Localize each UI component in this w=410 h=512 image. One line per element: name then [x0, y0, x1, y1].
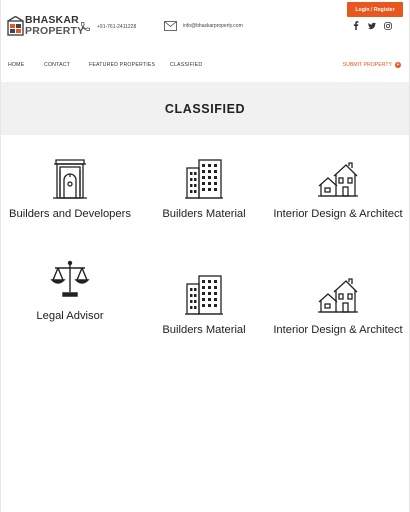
building-entrance-icon [53, 159, 87, 199]
nav-classified[interactable]: CLASSIFIED [170, 62, 202, 68]
houses-icon [318, 278, 358, 313]
plus-circle-icon: + [395, 62, 401, 68]
nav-contact[interactable]: CONTACT [44, 62, 70, 68]
category-label: Builders Material [162, 208, 246, 220]
phone-number: +91-761-2411228 [97, 23, 137, 30]
category-label: Builders Material [162, 324, 246, 336]
top-header: Login / Register BHASKAR PROPERTY +91-76… [0, 0, 410, 46]
category-label: Builders and Developers [9, 208, 131, 220]
category-label: Interior Design & Architect [273, 208, 403, 220]
category-card-legal-advisor[interactable]: Legal Advisor [2, 258, 138, 326]
email-address: info@bhaskarproperty.com [183, 23, 243, 29]
contact-email[interactable]: info@bhaskarproperty.com [164, 21, 243, 31]
site-logo[interactable]: BHASKAR PROPERTY [7, 14, 84, 38]
office-building-icon [185, 159, 223, 199]
instagram-icon[interactable] [384, 21, 392, 30]
twitter-icon[interactable] [368, 21, 376, 30]
nav-home[interactable]: HOME [8, 62, 24, 68]
contact-phone[interactable]: +91-761-2411228 [80, 21, 136, 32]
main-nav: HOME CONTACT FEATURED PROPERTIES CLASSIF… [0, 56, 410, 78]
page-title: CLASSIFIED [164, 101, 246, 116]
submit-property-label: SUBMIT PROPERTY [342, 62, 392, 68]
logo-house-icon [7, 16, 24, 36]
category-card-interior-design[interactable]: Interior Design & Architect [270, 156, 406, 224]
category-card-builders-material-2[interactable]: Builders Material [136, 272, 272, 340]
submit-property-link[interactable]: SUBMIT PROPERTY + [343, 62, 401, 68]
houses-icon [318, 162, 358, 197]
mail-icon [164, 21, 177, 31]
category-card-builders-material[interactable]: Builders Material [136, 156, 272, 224]
phone-icon [81, 22, 90, 31]
facebook-icon[interactable] [352, 21, 360, 30]
logo-text-property: PROPERTY [25, 25, 85, 37]
page-banner: CLASSIFIED [1, 82, 409, 135]
category-label: Interior Design & Architect [273, 324, 403, 336]
category-label: Legal Advisor [36, 310, 104, 322]
nav-featured-properties[interactable]: FEATURED PROPERTIES [89, 62, 155, 68]
category-card-interior-design-2[interactable]: Interior Design & Architect [270, 272, 406, 340]
category-card-builders-developers[interactable]: Builders and Developers [2, 156, 138, 224]
login-register-button[interactable]: Login / Register [347, 2, 403, 17]
office-building-icon [185, 275, 223, 315]
social-links [352, 21, 392, 30]
balance-scale-icon [50, 260, 90, 297]
